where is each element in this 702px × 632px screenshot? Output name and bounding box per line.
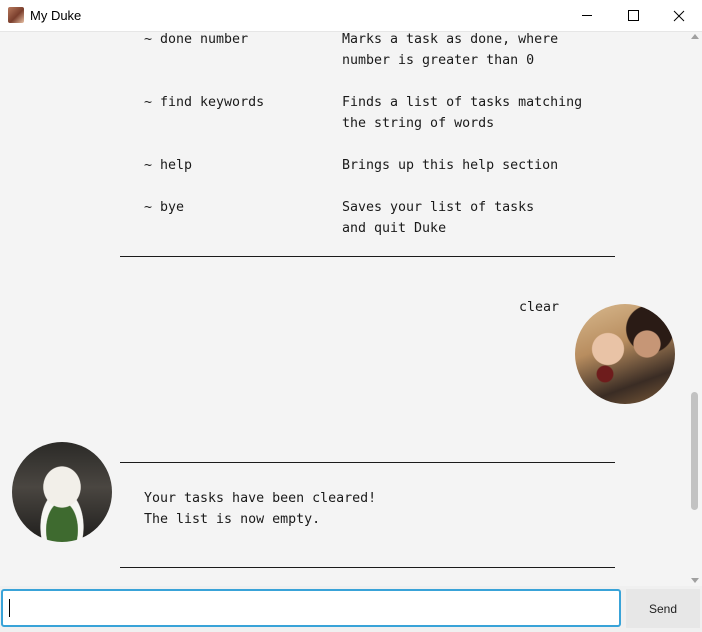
chat-scroll-pane[interactable]: ~ done number Marks a task as done, wher… — [0, 32, 688, 586]
maximize-button[interactable] — [610, 0, 656, 31]
divider — [120, 567, 615, 568]
send-button[interactable]: Send — [626, 589, 700, 628]
close-button[interactable] — [656, 0, 702, 31]
text-caret — [9, 599, 10, 617]
title-bar: My Duke — [0, 0, 702, 32]
help-description: Brings up this help section — [342, 158, 559, 173]
minimize-icon — [582, 15, 592, 16]
user-avatar — [575, 304, 675, 404]
bot-reply-line: Your tasks have been cleared! — [144, 491, 377, 506]
user-message-text: clear — [519, 300, 560, 315]
help-description: Finds a list of tasks matching — [342, 95, 583, 110]
help-command: ~ done number — [144, 32, 249, 47]
bot-reply-line: The list is now empty. — [144, 512, 321, 527]
help-command: ~ find keywords — [144, 95, 265, 110]
divider — [120, 462, 615, 463]
message-input[interactable] — [1, 589, 621, 627]
duke-avatar — [12, 442, 112, 542]
maximize-icon — [627, 10, 639, 21]
window-title: My Duke — [30, 8, 82, 23]
help-description: and quit Duke — [342, 221, 447, 236]
help-command: ~ help — [144, 158, 193, 173]
vertical-scrollbar[interactable] — [688, 32, 702, 586]
input-bar: Send — [0, 586, 702, 632]
minimize-button[interactable] — [564, 0, 610, 31]
close-icon — [673, 10, 685, 21]
scrollbar-thumb[interactable] — [691, 392, 698, 510]
help-description: number is greater than 0 — [342, 53, 535, 68]
help-description: Marks a task as done, where — [342, 32, 559, 47]
help-description: Saves your list of tasks — [342, 200, 535, 215]
app-avatar-icon — [8, 7, 24, 23]
divider — [120, 256, 615, 257]
scroll-up-arrow-icon[interactable] — [691, 34, 699, 39]
help-description: the string of words — [342, 116, 495, 131]
scroll-down-arrow-icon[interactable] — [691, 578, 699, 583]
help-command: ~ bye — [144, 200, 185, 215]
